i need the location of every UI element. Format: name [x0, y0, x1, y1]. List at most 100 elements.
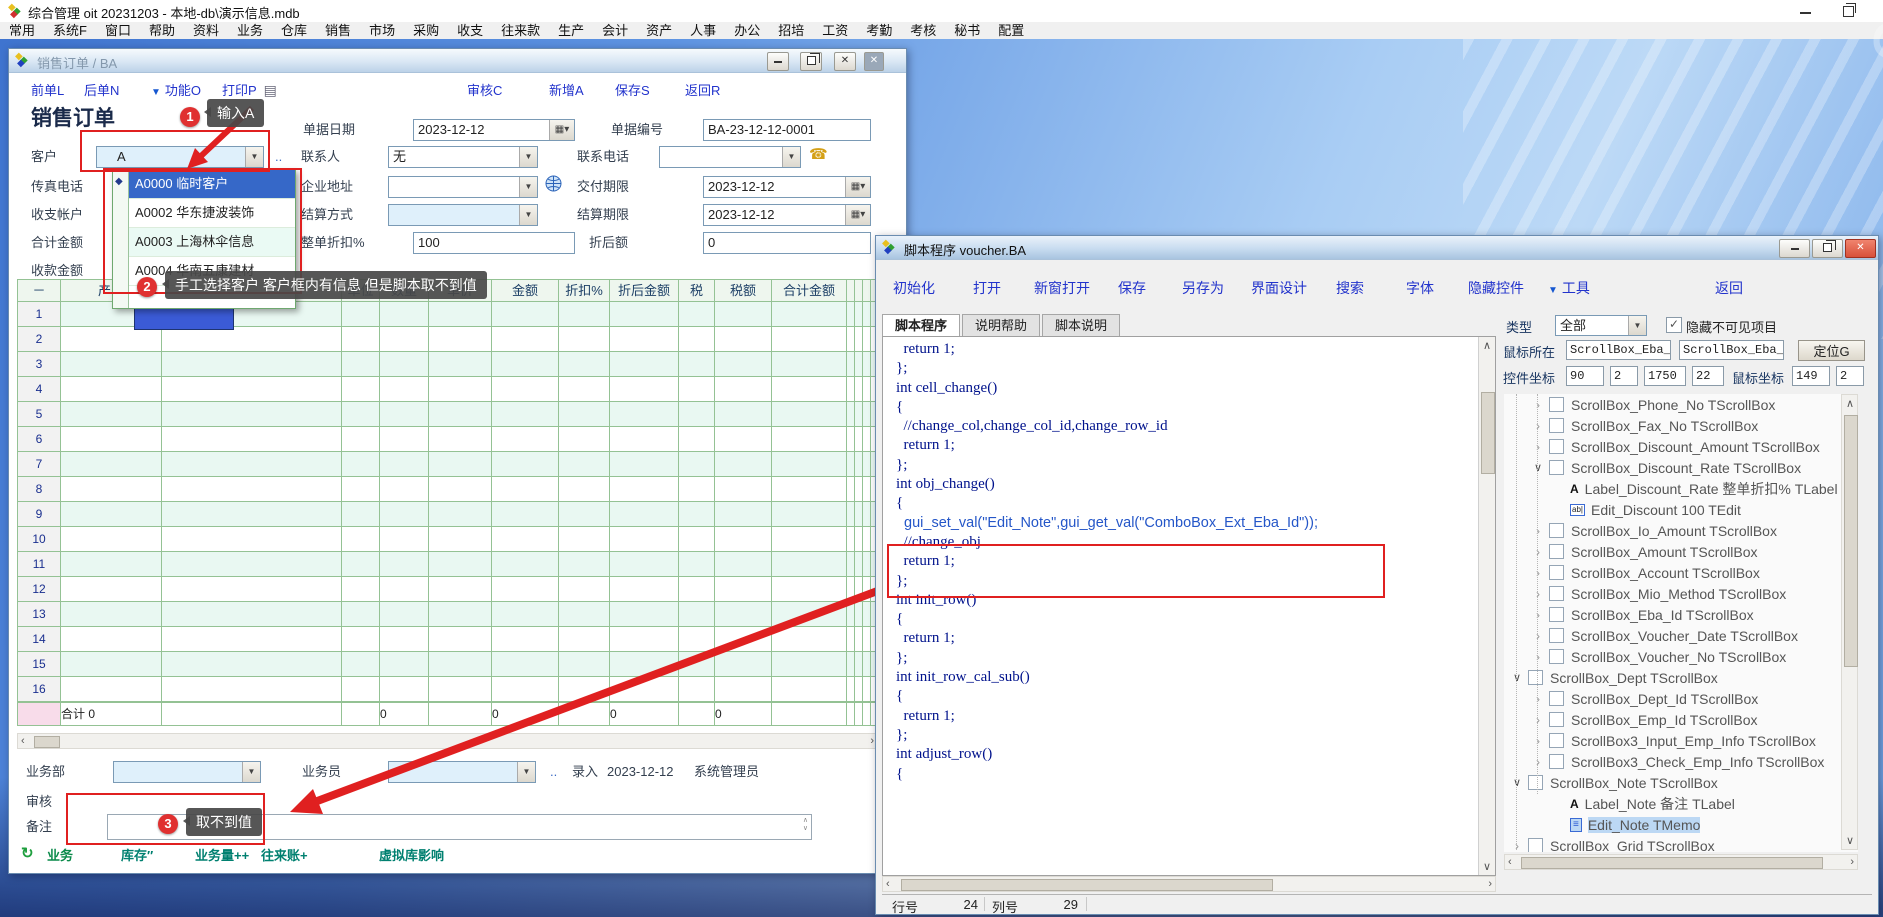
tree-checkbox[interactable] — [1549, 586, 1564, 601]
customer-option[interactable]: A0004 华南五康建材 — [129, 257, 295, 286]
scroll-thumb[interactable] — [1481, 392, 1495, 474]
tree-item[interactable]: ∨ ScrollBox_Dept TScrollBox — [1504, 667, 1858, 688]
row-number[interactable]: 6 — [18, 427, 61, 452]
menu-item[interactable]: 采购 — [404, 22, 448, 39]
menu-item[interactable]: 销售 — [316, 22, 360, 39]
table-row[interactable]: 8 — [18, 477, 879, 502]
table-row[interactable]: 11 — [18, 552, 879, 577]
scroll-right-icon[interactable]: › — [1850, 856, 1854, 868]
script-minimize-button[interactable] — [1779, 239, 1810, 258]
scroll-left-icon[interactable]: ‹ — [886, 878, 890, 890]
tree-checkbox[interactable] — [1549, 544, 1564, 559]
after-discount-field[interactable]: 0 — [703, 232, 871, 254]
tab-virtual-stock[interactable]: 虚拟库影响 — [379, 845, 444, 864]
tree-h-scrollbar[interactable]: ‹ › — [1504, 854, 1858, 870]
chevron-icon[interactable]: › — [1531, 629, 1545, 643]
tree-checkbox[interactable] — [1528, 670, 1543, 685]
address-combo[interactable]: ▼ — [388, 176, 538, 198]
init-link[interactable]: 初始化 — [893, 278, 935, 298]
scroll-down-icon[interactable]: ∨ — [1483, 860, 1491, 873]
menu-item[interactable]: 业务 — [228, 22, 272, 39]
scroll-down-icon[interactable]: ∨ — [1846, 834, 1854, 847]
scroll-right-icon[interactable]: › — [1488, 878, 1492, 890]
locate-button[interactable]: 定位G — [1798, 340, 1865, 361]
menu-item[interactable]: 资产 — [637, 22, 681, 39]
row-number[interactable]: 8 — [18, 477, 61, 502]
salesman-dropdown-icon[interactable]: ▼ — [517, 762, 535, 782]
tree-item[interactable]: › ScrollBox_Discount_Amount TScrollBox — [1504, 436, 1858, 457]
open-new-window-link[interactable]: 新窗打开 — [1034, 278, 1090, 298]
table-row[interactable]: 16 — [18, 677, 879, 702]
code-line[interactable]: }; — [896, 456, 1495, 475]
table-row[interactable]: 5 — [18, 402, 879, 427]
tree-checkbox[interactable] — [1549, 460, 1564, 475]
menu-item[interactable]: 窗口 — [96, 22, 140, 39]
chevron-icon[interactable]: › — [1531, 755, 1545, 769]
tree-checkbox[interactable] — [1528, 775, 1543, 790]
code-line[interactable]: return 1; — [896, 436, 1495, 455]
table-row[interactable]: 3 — [18, 352, 879, 377]
tree-item[interactable]: › ScrollBox_Voucher_No TScrollBox — [1504, 646, 1858, 667]
control-coord-w[interactable]: 1750 — [1644, 366, 1686, 386]
search-link[interactable]: 搜索 — [1336, 278, 1364, 298]
code-h-scrollbar[interactable]: ‹ › — [882, 876, 1496, 892]
chevron-icon[interactable]: › — [1531, 587, 1545, 601]
menu-item[interactable]: 考核 — [901, 22, 945, 39]
row-number[interactable]: 3 — [18, 352, 61, 377]
table-row[interactable]: 7 — [18, 452, 879, 477]
table-row[interactable]: 6 — [18, 427, 879, 452]
row-number[interactable]: 5 — [18, 402, 61, 427]
salesman-more-button[interactable]: .. — [550, 761, 557, 783]
tree-checkbox[interactable] — [1549, 712, 1564, 727]
note-field[interactable]: ∧∨ — [107, 814, 812, 840]
discount-rate-field[interactable]: 100 — [413, 232, 575, 254]
tree-checkbox[interactable] — [1549, 628, 1564, 643]
chevron-icon[interactable]: ∨ — [1531, 461, 1545, 474]
code-line[interactable]: { — [896, 687, 1495, 706]
scroll-left-icon[interactable]: ‹ — [21, 735, 25, 747]
chevron-icon[interactable]: › — [1531, 608, 1545, 622]
print-link[interactable]: 打印P — [222, 80, 277, 99]
hide-controls-link[interactable]: 隐藏控件 — [1468, 278, 1524, 298]
audit-link[interactable]: 审核C — [467, 80, 502, 99]
menu-item[interactable]: 收支 — [448, 22, 492, 39]
menu-item[interactable]: 常用 — [0, 22, 44, 39]
tree-checkbox[interactable] — [1549, 754, 1564, 769]
tree-checkbox[interactable] — [1549, 649, 1564, 664]
tree-checkbox[interactable] — [1549, 523, 1564, 538]
tree-checkbox[interactable] — [1549, 691, 1564, 706]
deliver-date-field[interactable]: 2023-12-12 ▦▾ — [703, 176, 871, 198]
save-as-link[interactable]: 另存为 — [1182, 278, 1224, 298]
menu-item[interactable]: 仓库 — [272, 22, 316, 39]
calendar-dropdown-icon[interactable]: ▦▾ — [549, 120, 574, 140]
dept-combo[interactable]: ▼ — [113, 761, 261, 783]
code-line[interactable]: return 1; — [896, 707, 1495, 726]
chevron-icon[interactable]: › — [1531, 692, 1545, 706]
row-number[interactable]: 12 — [18, 577, 61, 602]
open-link[interactable]: 打开 — [973, 278, 1001, 298]
contact-combo[interactable]: 无 ▼ — [388, 146, 538, 168]
tree-checkbox[interactable] — [1528, 838, 1543, 852]
menu-item[interactable]: 帮助 — [140, 22, 184, 39]
mdi-close-button[interactable]: ✕ — [864, 52, 884, 71]
row-number[interactable]: 9 — [18, 502, 61, 527]
code-line[interactable]: int adjust_row() — [896, 745, 1495, 764]
tree-item[interactable]: A Label_Discount_Rate 整单折扣% TLabel — [1504, 478, 1858, 499]
control-coord-h[interactable]: 22 — [1692, 366, 1724, 386]
code-line[interactable]: { — [896, 610, 1495, 629]
scroll-up-icon[interactable]: ∧ — [1483, 339, 1491, 352]
tree-item[interactable]: › ScrollBox_Io_Amount TScrollBox — [1504, 520, 1858, 541]
chevron-icon[interactable]: ∨ — [1510, 671, 1524, 684]
code-line[interactable]: int obj_change() — [896, 475, 1495, 494]
chevron-icon[interactable]: › — [1531, 545, 1545, 559]
calendar-dropdown-icon[interactable]: ▦▾ — [845, 177, 870, 197]
prev-voucher-link[interactable]: 前单L — [31, 80, 64, 99]
mouse-coord-y[interactable]: 2 — [1836, 366, 1864, 386]
next-voucher-link[interactable]: 后单N — [84, 80, 119, 99]
tab-current-account[interactable]: 往来账+ — [261, 845, 308, 864]
code-line[interactable]: int cell_change() — [896, 379, 1495, 398]
voucher-date-field[interactable]: 2023-12-12 ▦▾ — [413, 119, 575, 141]
code-line[interactable]: int init_row_cal_sub() — [896, 668, 1495, 687]
mouse-coord-x[interactable]: 149 — [1792, 366, 1830, 386]
calendar-dropdown-icon[interactable]: ▦▾ — [845, 205, 870, 225]
